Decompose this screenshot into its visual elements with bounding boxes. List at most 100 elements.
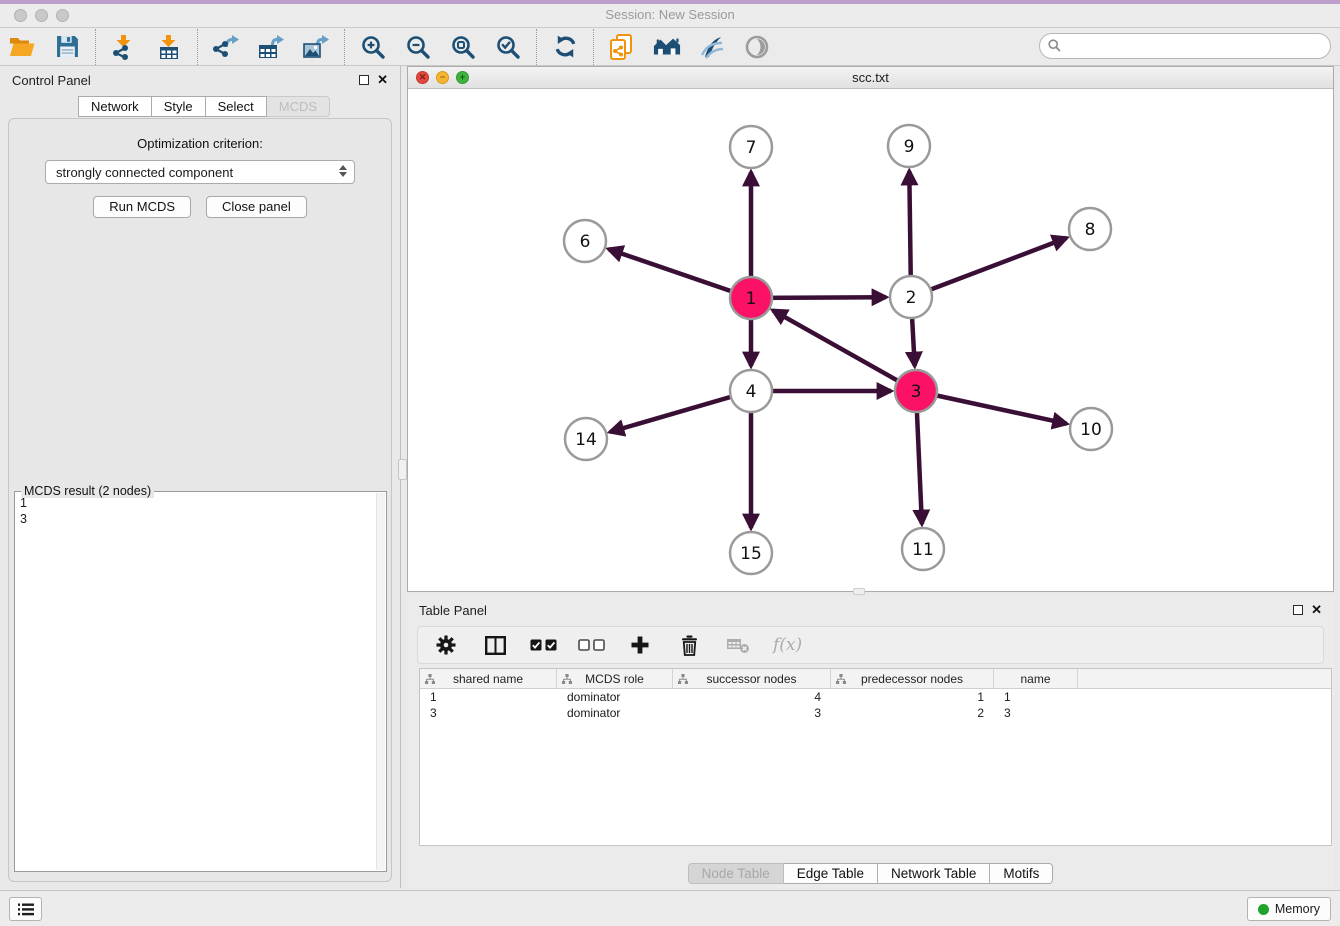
show-column-panel-icon[interactable] [481,631,509,659]
table-panel-close-icon[interactable]: ✕ [1311,605,1322,615]
graph-edge-2-8[interactable] [911,238,1067,297]
table-tab-edge-table[interactable]: Edge Table [784,863,878,884]
home-overview-icon[interactable] [653,33,681,61]
control-panel-tabs: NetworkStyleSelectMCDS [78,96,330,117]
network-canvas[interactable]: 7 9 6 8 1 2 4 3 14 10 15 11 [408,89,1333,591]
memory-button[interactable]: Memory [1247,897,1331,921]
table-row[interactable]: 1dominator411 [420,689,1331,705]
network-minimize-button[interactable]: − [436,71,449,84]
graph-node-8[interactable]: 8 [1069,208,1111,250]
zoom-selected-icon[interactable] [494,33,522,61]
graph-edge-1-6[interactable] [609,249,751,298]
vertical-splitter-handle[interactable] [398,459,407,480]
graph-node-15[interactable]: 15 [730,532,772,574]
open-session-icon[interactable] [8,33,36,61]
search-input[interactable] [1039,33,1331,59]
graph-node-14[interactable]: 14 [565,418,607,460]
import-tool-group [96,28,197,66]
cell-shared-name: 3 [420,705,557,721]
cell-shared-name: 1 [420,689,557,705]
table-tab-motifs[interactable]: Motifs [990,863,1053,884]
graph-node-2[interactable]: 2 [890,276,932,318]
search-box [1039,33,1331,59]
select-all-columns-icon[interactable] [530,639,557,651]
graph-node-3[interactable]: 3 [895,370,937,412]
svg-text:10: 10 [1080,420,1102,440]
network-close-button[interactable]: ✕ [416,71,429,84]
list-icon [18,903,34,916]
svg-text:11: 11 [912,540,934,560]
graph-node-9[interactable]: 9 [888,125,930,167]
table-tab-network-table[interactable]: Network Table [878,863,990,884]
save-session-icon[interactable] [53,33,81,61]
close-panel-button[interactable]: Close panel [206,196,307,218]
graph-node-11[interactable]: 11 [902,528,944,570]
node-table-body: 1dominator4113dominator323 [420,689,1331,721]
task-history-button[interactable] [9,897,42,921]
optimization-criterion-select[interactable]: strongly connected component [45,160,355,184]
table-panel-tabs: Node TableEdge TableNetwork TableMotifs [407,863,1334,884]
column-header-shared-name[interactable]: shared name [420,669,557,688]
graph-node-1[interactable]: 1 [730,277,772,319]
column-header-predecessor-nodes[interactable]: predecessor nodes [831,669,994,688]
unselect-all-columns-icon[interactable] [578,639,605,651]
cell-predecessor-nodes: 1 [831,689,994,705]
table-tab-node-table[interactable]: Node Table [688,863,784,884]
mcds-result-group: MCDS result (2 nodes) 1 3 [14,491,387,872]
svg-text:15: 15 [740,544,762,564]
mcds-result-list[interactable]: 1 3 [15,493,375,870]
column-header-name[interactable]: name [994,669,1078,688]
svg-text:8: 8 [1085,220,1096,240]
mcds-result-scrollbar[interactable] [376,493,385,870]
svg-text:7: 7 [746,138,757,158]
tab-network[interactable]: Network [78,96,152,117]
import-table-icon[interactable] [155,33,183,61]
apply-style-icon[interactable] [698,33,726,61]
svg-text:4: 4 [746,382,757,402]
eye-hide-icon[interactable] [743,33,771,61]
table-panel-float-icon[interactable] [1293,605,1303,615]
graph-node-6[interactable]: 6 [564,220,606,262]
run-mcds-button[interactable]: Run MCDS [93,196,191,218]
control-panel-header: Control Panel ✕ [0,66,400,94]
network-window-titlebar[interactable]: ✕ − + scc.txt [408,67,1333,89]
import-network-icon[interactable] [110,33,138,61]
control-panel-close-icon[interactable]: ✕ [377,75,388,85]
table-row[interactable]: 3dominator323 [420,705,1331,721]
table-settings-gear-icon[interactable] [432,631,460,659]
table-panel: Table Panel ✕ f(x) share [407,596,1334,888]
tab-select[interactable]: Select [206,96,267,117]
zoom-out-icon[interactable] [404,33,432,61]
delete-column-trash-icon[interactable] [675,631,703,659]
svg-text:1: 1 [746,289,757,309]
export-network-icon[interactable] [212,33,240,61]
control-panel-title: Control Panel [12,73,91,88]
export-table-icon[interactable] [257,33,285,61]
network-maximize-button[interactable]: + [456,71,469,84]
control-panel-float-icon[interactable] [359,75,369,85]
tab-style[interactable]: Style [152,96,206,117]
delete-table-icon [724,631,752,659]
zoom-fit-icon[interactable] [449,33,477,61]
graph-node-7[interactable]: 7 [730,126,772,168]
graph-node-4[interactable]: 4 [730,370,772,412]
mcds-tab-content: Optimization criterion: strongly connect… [8,118,392,882]
create-column-plus-icon[interactable] [626,631,654,659]
svg-text:9: 9 [904,137,915,157]
export-image-icon[interactable] [302,33,330,61]
tab-mcds[interactable]: MCDS [267,96,330,117]
network-view-window: ✕ − + scc.txt 7 9 6 8 1 2 4 3 14 10 15 11 [407,66,1334,592]
refresh-layout-icon[interactable] [551,33,579,61]
zoom-in-icon[interactable] [359,33,387,61]
horizontal-splitter-handle[interactable] [853,588,865,595]
graph-edge-3-10[interactable] [916,391,1067,424]
export-tool-group [198,28,344,66]
column-header-successor-nodes[interactable]: successor nodes [673,669,831,688]
graph-node-10[interactable]: 10 [1070,408,1112,450]
graph-edge-3-1[interactable] [773,310,916,391]
status-bar: Memory [0,890,1340,926]
column-header-mcds-role[interactable]: MCDS role [557,669,673,688]
optimization-criterion-label: Optimization criterion: [9,136,391,151]
window-title: Session: New Session [0,7,1340,22]
clone-network-icon[interactable] [608,33,636,61]
